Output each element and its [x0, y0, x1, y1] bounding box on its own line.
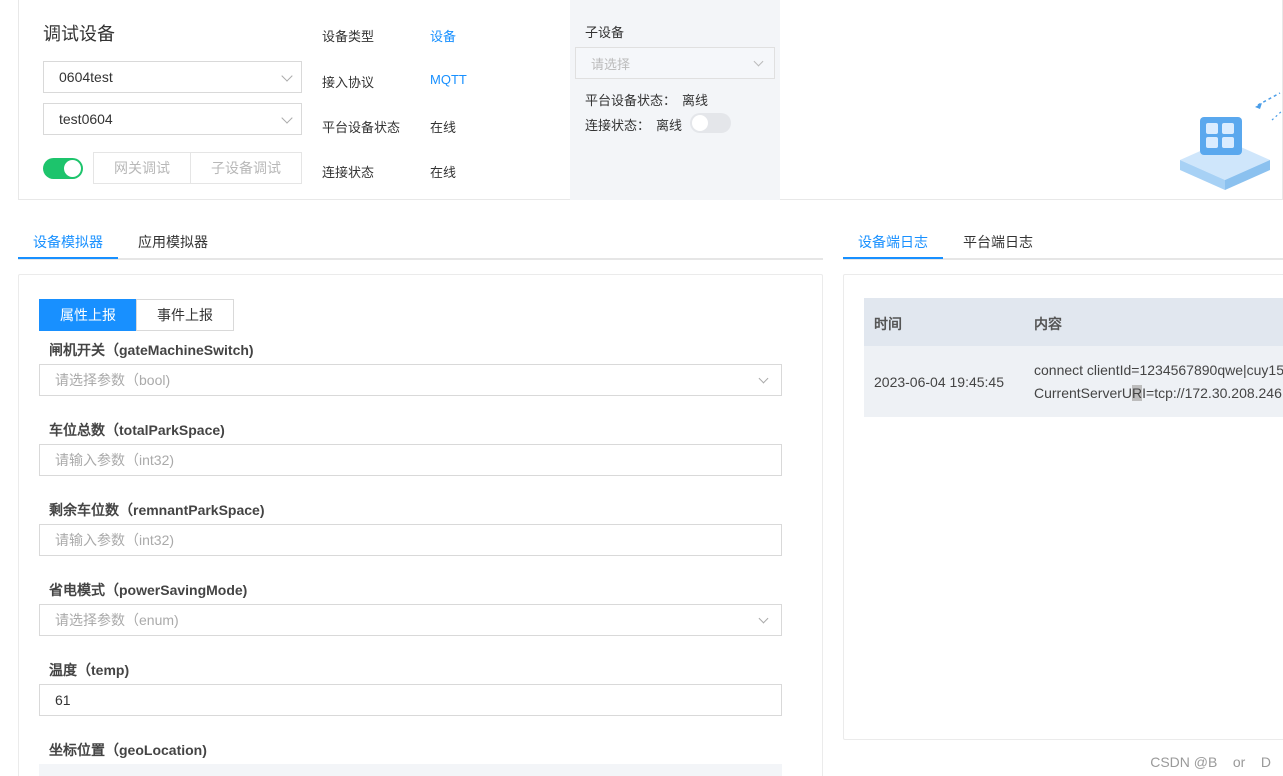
connect-status-label: 连接状态 [322, 165, 375, 180]
field-label-remnant-park: 剩余车位数（remnantParkSpace) [49, 502, 265, 518]
platform-status-label: 平台设备状态 [322, 120, 401, 135]
tab-app-simulator[interactable]: 应用模拟器 [138, 220, 208, 260]
subdevice-debug-button[interactable]: 子设备调试 [190, 152, 302, 184]
tab-active-indicator [843, 257, 943, 259]
chevron-down-icon [753, 56, 764, 67]
product-select[interactable]: test0604 [43, 103, 302, 135]
device-select-value: 0604test [59, 69, 113, 85]
log-content-line1: connect clientId=1234567890qwe|cuy15 [1034, 362, 1283, 378]
device-illustration-icon [1180, 92, 1283, 190]
tab-device-simulator[interactable]: 设备模拟器 [33, 220, 103, 260]
platform-status-value: 在线 [430, 120, 457, 135]
log-table-header [864, 298, 1283, 346]
power-saving-select[interactable]: 请选择参数（enum) [39, 604, 782, 636]
protocol-label: 接入协议 [322, 75, 375, 90]
log-time: 2023-06-04 19:45:45 [874, 374, 1004, 390]
total-park-input[interactable]: 请输入参数（int32) [39, 444, 782, 476]
gate-switch-select[interactable]: 请选择参数（bool) [39, 364, 782, 396]
device-type-value[interactable]: 设备 [430, 26, 456, 45]
column-header-time: 时间 [874, 316, 902, 332]
debug-toggle[interactable] [43, 158, 83, 179]
column-header-content: 内容 [1034, 316, 1062, 332]
field-label-geo-location: 坐标位置（geoLocation) [49, 742, 207, 758]
field-label-total-park: 车位总数（totalParkSpace) [49, 422, 225, 438]
product-select-value: test0604 [59, 111, 113, 127]
subdevice-connect-toggle[interactable] [690, 113, 731, 133]
chevron-down-icon [281, 70, 293, 82]
subdevice-select[interactable]: 请选择 [575, 47, 775, 79]
watermark: CSDN @B or D [1150, 754, 1271, 770]
chevron-down-icon [281, 112, 293, 124]
tab-active-indicator [18, 257, 118, 259]
connect-status-value: 在线 [430, 165, 457, 180]
device-type-label: 设备类型 [322, 29, 375, 44]
gateway-debug-button[interactable]: 网关调试 [93, 152, 191, 184]
tab-device-log[interactable]: 设备端日志 [858, 220, 928, 260]
remnant-park-input[interactable]: 请输入参数（int32) [39, 524, 782, 556]
chevron-down-icon [758, 373, 769, 384]
tab-property-report[interactable]: 属性上报 [39, 299, 137, 331]
log-content-line2: CurrentServerURI=tcp://172.30.208.246 [1034, 385, 1282, 401]
field-label-power-saving: 省电模式（powerSavingMode) [49, 582, 248, 598]
tab-platform-log[interactable]: 平台端日志 [963, 220, 1033, 260]
tab-event-report[interactable]: 事件上报 [136, 299, 234, 331]
page-title: 调试设备 [43, 24, 115, 44]
field-label-gate-switch: 闸机开关（gateMachineSwitch) [49, 342, 254, 358]
field-label-temp: 温度（temp) [49, 662, 130, 678]
chevron-down-icon [758, 613, 769, 624]
device-select[interactable]: 0604test [43, 61, 302, 93]
temp-input[interactable]: 61 [39, 684, 782, 716]
subdevice-connect-status: 连接状态： 离线 [585, 118, 683, 133]
subdevice-label: 子设备 [585, 25, 625, 40]
protocol-value[interactable]: MQTT [430, 72, 467, 87]
subdevice-platform-status: 平台设备状态： 离线 [585, 93, 709, 108]
subdevice-select-placeholder: 请选择 [591, 56, 631, 72]
geo-location-input[interactable] [39, 764, 782, 776]
